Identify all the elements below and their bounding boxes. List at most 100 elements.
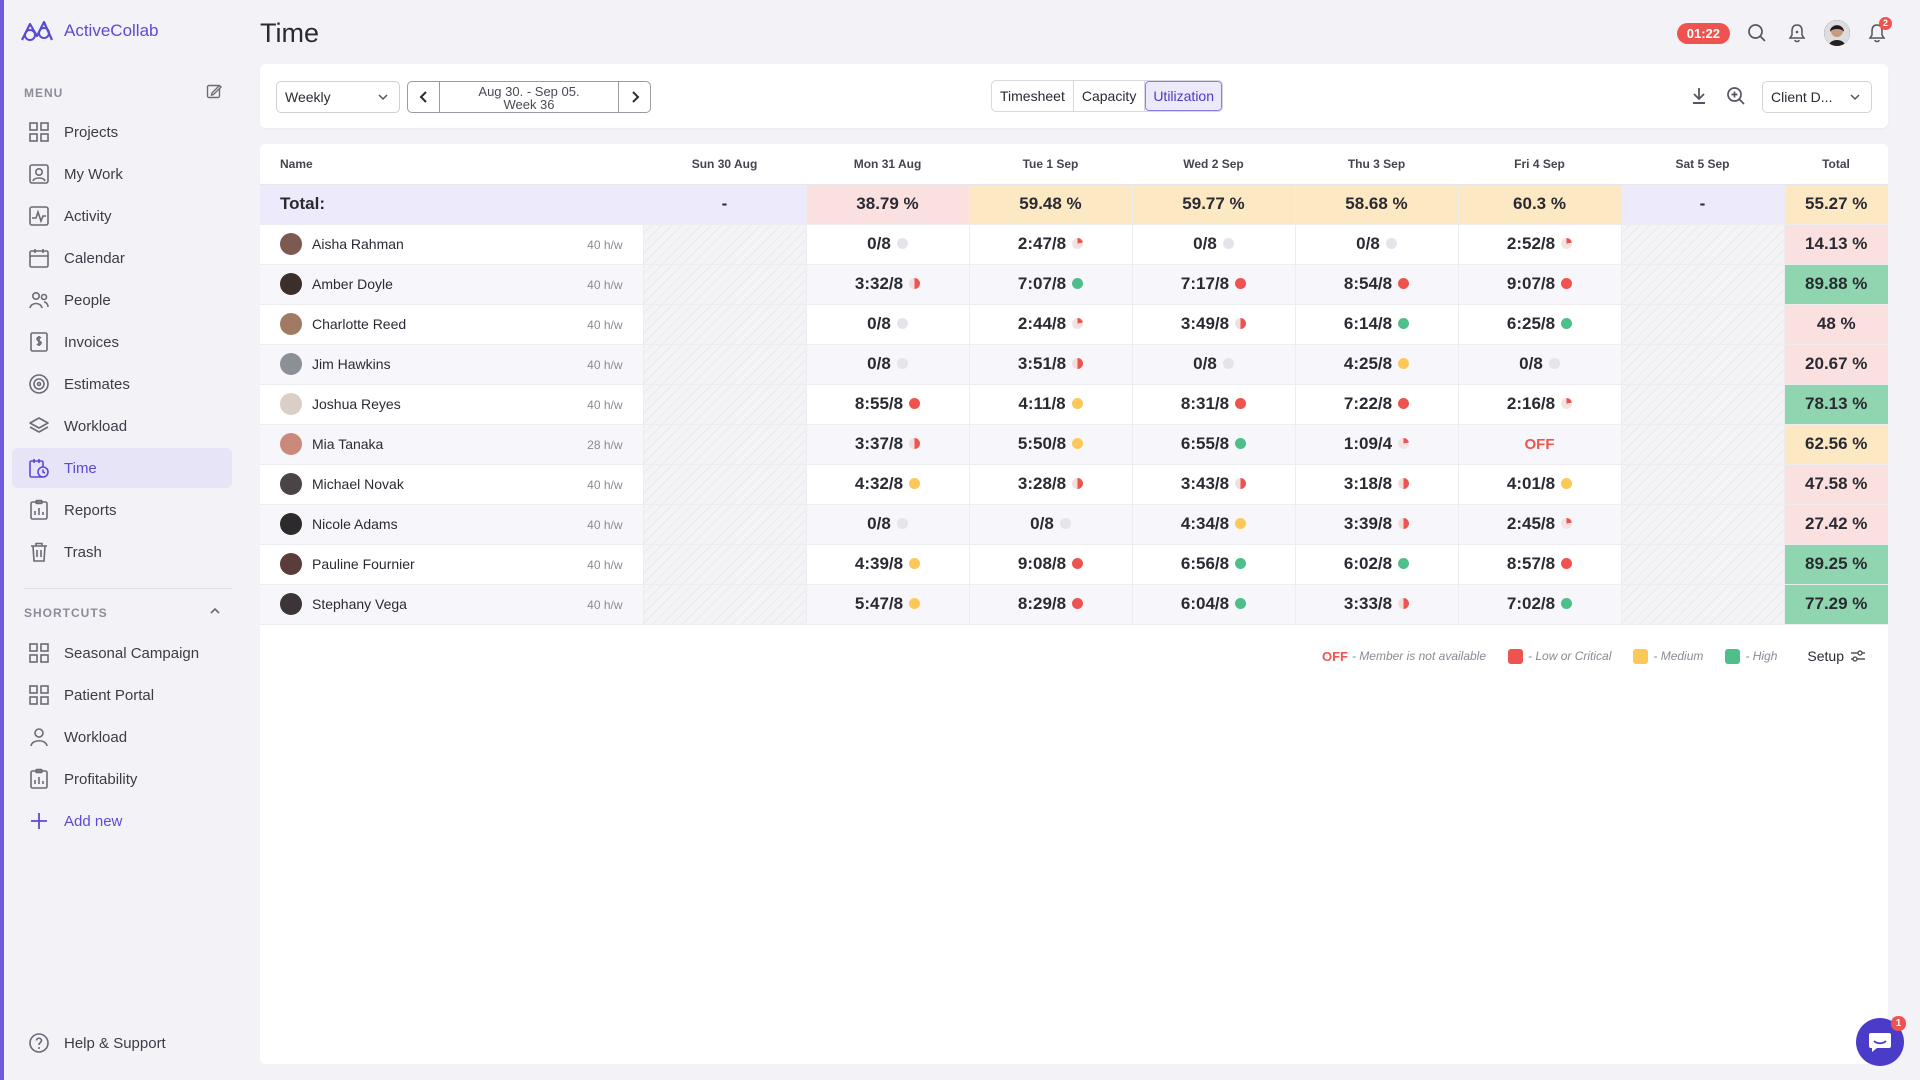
- tab-utilization[interactable]: Utilization: [1145, 81, 1223, 111]
- day-utilization-cell[interactable]: 7:17/8: [1131, 264, 1295, 305]
- day-utilization-cell[interactable]: 0/8: [805, 304, 969, 345]
- table-row[interactable]: Pauline Fournier 40 h/w 4:39/8 9:08/8 6:56/8…: [260, 544, 1888, 585]
- day-utilization-cell[interactable]: 3:49/8: [1131, 304, 1295, 345]
- table-row[interactable]: Stephany Vega 40 h/w 5:47/8 8:29/8 6:04/8 3:3…: [260, 584, 1888, 625]
- day-utilization-cell[interactable]: 0/8: [805, 224, 969, 265]
- day-utilization-cell[interactable]: 6:55/8: [1131, 424, 1295, 465]
- day-utilization-cell[interactable]: 6:25/8: [1457, 304, 1621, 345]
- reminder-bell-icon[interactable]: [1784, 20, 1810, 46]
- period-select[interactable]: Weekly: [276, 81, 400, 113]
- day-utilization-cell[interactable]: 2:47/8: [968, 224, 1132, 265]
- day-utilization-cell[interactable]: 0/8: [1457, 344, 1621, 385]
- day-utilization-cell[interactable]: 3:51/8: [968, 344, 1132, 385]
- day-utilization-cell[interactable]: 3:18/8: [1294, 464, 1458, 505]
- sidebar-item-my-work[interactable]: My Work: [12, 154, 232, 194]
- add-new-shortcut-button[interactable]: Add new: [12, 801, 232, 841]
- day-utilization-cell[interactable]: 5:47/8: [805, 584, 969, 625]
- table-row[interactable]: Charlotte Reed 40 h/w 0/8 2:44/8 3:49/8 6:14/…: [260, 304, 1888, 345]
- column-header-name[interactable]: Name: [260, 144, 643, 185]
- member-cell[interactable]: Aisha Rahman 40 h/w: [260, 224, 643, 265]
- day-utilization-cell[interactable]: 7:07/8: [968, 264, 1132, 305]
- sidebar-item-people[interactable]: People: [12, 280, 232, 320]
- collapse-shortcuts-icon[interactable]: [208, 604, 222, 621]
- table-row[interactable]: Aisha Rahman 40 h/w 0/8 2:47/8 0/8 0/8 2:52/8 1…: [260, 224, 1888, 265]
- day-utilization-cell[interactable]: 6:02/8: [1294, 544, 1458, 585]
- day-utilization-cell[interactable]: 3:28/8: [968, 464, 1132, 505]
- member-cell[interactable]: Pauline Fournier 40 h/w: [260, 544, 643, 585]
- setup-button[interactable]: Setup: [1807, 648, 1866, 664]
- notifications-bell-icon[interactable]: 2: [1864, 17, 1892, 46]
- day-utilization-cell[interactable]: 3:43/8: [1131, 464, 1295, 505]
- day-utilization-cell[interactable]: 6:14/8: [1294, 304, 1458, 345]
- day-utilization-cell[interactable]: 4:39/8: [805, 544, 969, 585]
- sidebar-item-reports[interactable]: Reports: [12, 490, 232, 530]
- previous-week-button[interactable]: [408, 82, 439, 112]
- member-cell[interactable]: Michael Novak 40 h/w: [260, 464, 643, 505]
- sidebar-item-invoices[interactable]: Invoices: [12, 322, 232, 362]
- day-utilization-cell[interactable]: 4:34/8: [1131, 504, 1295, 545]
- week-range[interactable]: Aug 30. - Sep 05. Week 36: [439, 82, 619, 112]
- member-cell[interactable]: Charlotte Reed 40 h/w: [260, 304, 643, 345]
- shortcut-seasonal-campaign[interactable]: Seasonal Campaign: [12, 633, 232, 673]
- day-utilization-cell[interactable]: 2:52/8: [1457, 224, 1621, 265]
- zoom-in-icon[interactable]: [1726, 86, 1746, 111]
- download-icon[interactable]: [1690, 86, 1708, 111]
- day-utilization-cell[interactable]: 4:11/8: [968, 384, 1132, 425]
- group-by-select[interactable]: Client D...: [1762, 81, 1872, 113]
- tab-capacity[interactable]: Capacity: [1074, 81, 1146, 111]
- chat-support-button[interactable]: 1: [1856, 1016, 1906, 1066]
- search-icon[interactable]: [1744, 20, 1770, 46]
- day-utilization-cell[interactable]: 8:57/8: [1457, 544, 1621, 585]
- day-utilization-cell[interactable]: 4:25/8: [1294, 344, 1458, 385]
- day-utilization-cell[interactable]: 3:37/8: [805, 424, 969, 465]
- day-utilization-cell[interactable]: 9:07/8: [1457, 264, 1621, 305]
- member-cell[interactable]: Jim Hawkins 40 h/w: [260, 344, 643, 385]
- day-utilization-cell[interactable]: 2:45/8: [1457, 504, 1621, 545]
- day-utilization-cell[interactable]: 8:54/8: [1294, 264, 1458, 305]
- day-utilization-cell[interactable]: OFF: [1457, 424, 1621, 465]
- day-utilization-cell[interactable]: 0/8: [805, 504, 969, 545]
- day-utilization-cell[interactable]: 5:50/8: [968, 424, 1132, 465]
- user-avatar[interactable]: [1824, 20, 1850, 46]
- sidebar-item-calendar[interactable]: Calendar: [12, 238, 232, 278]
- shortcut-profitability[interactable]: Profitability: [12, 759, 232, 799]
- sidebar-item-activity[interactable]: Activity: [12, 196, 232, 236]
- day-utilization-cell[interactable]: 4:32/8: [805, 464, 969, 505]
- day-utilization-cell[interactable]: 3:32/8: [805, 264, 969, 305]
- shortcut-patient-portal[interactable]: Patient Portal: [12, 675, 232, 715]
- shortcut-workload[interactable]: Workload: [12, 717, 232, 757]
- help-support-link[interactable]: Help & Support: [12, 1023, 232, 1063]
- day-utilization-cell[interactable]: 0/8: [805, 344, 969, 385]
- member-cell[interactable]: Amber Doyle 40 h/w: [260, 264, 643, 305]
- table-row[interactable]: Jim Hawkins 40 h/w 0/8 3:51/8 0/8 4:25/8 0/8 20…: [260, 344, 1888, 385]
- next-week-button[interactable]: [619, 82, 650, 112]
- day-utilization-cell[interactable]: 7:02/8: [1457, 584, 1621, 625]
- running-timer[interactable]: 01:22: [1676, 22, 1730, 44]
- sidebar-item-trash[interactable]: Trash: [12, 532, 232, 572]
- day-utilization-cell[interactable]: 2:44/8: [968, 304, 1132, 345]
- table-row[interactable]: Joshua Reyes 40 h/w 8:55/8 4:11/8 8:31/8 7:22…: [260, 384, 1888, 425]
- sidebar-item-projects[interactable]: Projects: [12, 112, 232, 152]
- table-row[interactable]: Nicole Adams 40 h/w 0/8 0/8 4:34/8 3:39/8 2:45…: [260, 504, 1888, 545]
- sidebar-item-time[interactable]: Time: [12, 448, 232, 488]
- day-utilization-cell[interactable]: 2:16/8: [1457, 384, 1621, 425]
- day-utilization-cell[interactable]: 6:56/8: [1131, 544, 1295, 585]
- day-utilization-cell[interactable]: 0/8: [968, 504, 1132, 545]
- day-utilization-cell[interactable]: 0/8: [1131, 224, 1295, 265]
- table-row[interactable]: Amber Doyle 40 h/w 3:32/8 7:07/8 7:17/8 8:54/…: [260, 264, 1888, 305]
- sidebar-item-estimates[interactable]: Estimates: [12, 364, 232, 404]
- day-utilization-cell[interactable]: 7:22/8: [1294, 384, 1458, 425]
- day-utilization-cell[interactable]: 8:29/8: [968, 584, 1132, 625]
- day-utilization-cell[interactable]: 3:39/8: [1294, 504, 1458, 545]
- day-utilization-cell[interactable]: 3:33/8: [1294, 584, 1458, 625]
- day-utilization-cell[interactable]: 0/8: [1131, 344, 1295, 385]
- day-utilization-cell[interactable]: 6:04/8: [1131, 584, 1295, 625]
- day-utilization-cell[interactable]: 8:31/8: [1131, 384, 1295, 425]
- member-cell[interactable]: Stephany Vega 40 h/w: [260, 584, 643, 625]
- edit-menu-icon[interactable]: [206, 83, 222, 102]
- member-cell[interactable]: Mia Tanaka 28 h/w: [260, 424, 643, 465]
- app-logo[interactable]: ActiveCollab: [20, 18, 159, 44]
- member-cell[interactable]: Nicole Adams 40 h/w: [260, 504, 643, 545]
- day-utilization-cell[interactable]: 0/8: [1294, 224, 1458, 265]
- sidebar-item-workload[interactable]: Workload: [12, 406, 232, 446]
